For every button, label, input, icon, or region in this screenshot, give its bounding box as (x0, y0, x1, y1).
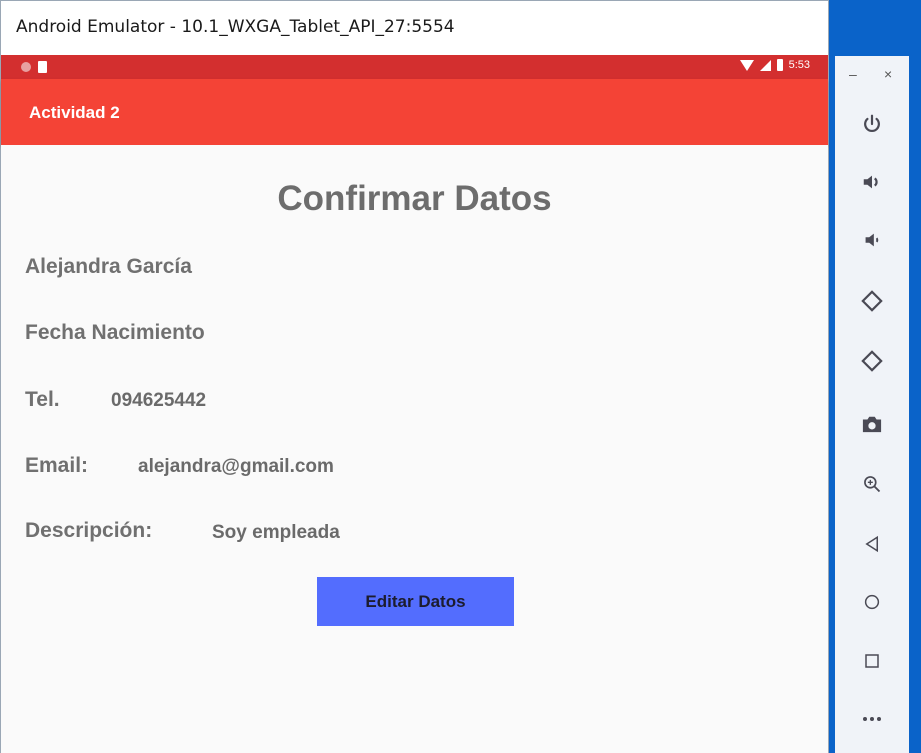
description-label: Descripción: (25, 519, 153, 542)
window-title: Android Emulator - 10.1_WXGA_Tablet_API_… (16, 17, 455, 37)
minimize-button[interactable]: – (849, 66, 857, 82)
app-bar: Actividad 2 (1, 79, 828, 145)
email-value: alejandra@gmail.com (138, 456, 334, 477)
email-label: Email: (25, 454, 89, 477)
tel-value: 094625442 (111, 390, 207, 411)
volume-down-icon[interactable] (835, 220, 909, 260)
description-value: Soy empleada (212, 522, 340, 543)
tel-label: Tel. (25, 388, 60, 411)
overview-icon[interactable] (835, 641, 909, 681)
app-title: Actividad 2 (29, 103, 120, 122)
window-titlebar[interactable]: Android Emulator - 10.1_WXGA_Tablet_API_… (1, 1, 828, 55)
close-button[interactable]: × (884, 66, 892, 82)
emulator-controls: – × (835, 56, 909, 753)
battery-icon (776, 59, 783, 71)
signal-icon (759, 59, 771, 71)
more-icon[interactable] (835, 699, 909, 739)
sd-card-icon (38, 61, 47, 73)
power-icon[interactable] (835, 104, 909, 144)
back-icon[interactable] (835, 524, 909, 564)
android-status-bar: 5:53 (1, 55, 828, 79)
status-icons: 5:53 (739, 59, 810, 71)
status-time: 5:53 (788, 59, 810, 71)
birth-date-label: Fecha Nacimiento (25, 321, 205, 344)
home-icon[interactable] (835, 582, 909, 622)
emulator-window: Android Emulator - 10.1_WXGA_Tablet_API_… (0, 0, 829, 753)
activity-content: Confirmar Datos Alejandra García Fecha N… (1, 145, 828, 753)
zoom-icon[interactable] (835, 464, 909, 504)
rotate-right-icon[interactable] (835, 341, 909, 381)
notification-dot-icon (21, 62, 31, 72)
volume-up-icon[interactable] (835, 162, 909, 202)
rotate-left-icon[interactable] (835, 281, 909, 321)
wifi-icon (739, 59, 754, 71)
camera-icon[interactable] (835, 404, 909, 444)
page-title: Confirmar Datos (277, 179, 552, 218)
edit-data-button[interactable]: Editar Datos (317, 577, 514, 626)
name-text: Alejandra García (25, 255, 192, 278)
